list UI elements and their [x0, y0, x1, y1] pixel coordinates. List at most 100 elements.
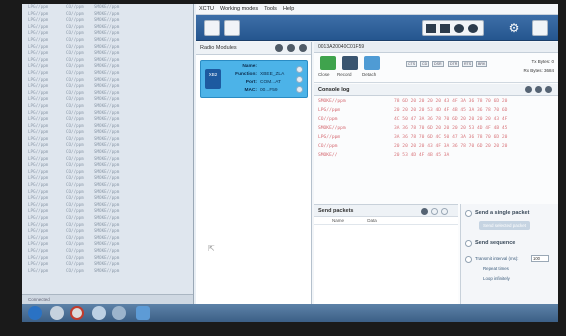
taskbar-app-icon[interactable] — [112, 306, 126, 320]
remove-icon[interactable] — [299, 44, 307, 52]
close-connection-icon[interactable] — [320, 56, 336, 70]
sequence-option-radio[interactable] — [465, 256, 472, 263]
terminal-cell: LPG//ppm — [28, 234, 49, 240]
terminal-cell: SMOKE//ppm — [94, 30, 120, 36]
edit-packet-icon[interactable] — [431, 208, 438, 215]
terminal-cell: CO//ppm — [66, 155, 84, 161]
monitor-icon[interactable] — [532, 20, 548, 36]
xctu-taskbar-icon[interactable] — [136, 306, 150, 320]
menu-working-modes[interactable]: Working modes — [220, 6, 258, 12]
terminal-line: LPG//ppm CO//ppm SMOKE//ppm — [22, 123, 193, 130]
radio-modules-header: Radio Modules — [196, 42, 311, 55]
terminal-cell: CO//ppm — [66, 267, 84, 273]
filter-icon[interactable] — [275, 44, 283, 52]
help-icon[interactable] — [468, 24, 478, 33]
gear-icon[interactable]: ⚙ — [506, 20, 522, 36]
terminal-cell: CO//ppm — [66, 149, 84, 155]
log-ascii: LPG//ppm — [318, 135, 341, 140]
terminal-line: LPG//ppm CO//ppm SMOKE//ppm — [22, 149, 193, 156]
serial-terminal-window: LPG//ppm CO//ppm SMOKE//ppm LPG//ppm CO//ppm… — [22, 4, 194, 304]
close-button-label[interactable]: Close — [318, 72, 330, 77]
terminal-line: LPG//ppm CO//ppm SMOKE//ppm — [22, 215, 193, 222]
radio-modules-panel: Radio Modules XB2 Name: Function: XBEE_ZL… — [196, 42, 312, 304]
terminal-cell: CO//ppm — [66, 4, 84, 9]
terminal-cell: SMOKE//ppm — [94, 221, 120, 227]
menu-xctu[interactable]: XCTU — [199, 6, 214, 12]
terminal-cell: CO//ppm — [66, 17, 84, 23]
terminal-cell: LPG//ppm — [28, 162, 49, 168]
terminal-cell: CO//ppm — [66, 96, 84, 102]
repeat-times-option[interactable]: Repeat times — [483, 266, 509, 271]
chrome-icon[interactable] — [70, 306, 84, 320]
send-sequence-radio[interactable] — [465, 240, 472, 247]
add-icon[interactable] — [287, 44, 295, 52]
settings-module-icon[interactable] — [296, 86, 303, 93]
configuration-mode-icon[interactable] — [426, 24, 436, 33]
console-toolbar: Close Record Detach CTS CD DSR DTR RTS B… — [314, 53, 558, 83]
working-mode-selector[interactable] — [422, 20, 484, 36]
terminal-cell: LPG//ppm — [28, 149, 49, 155]
log-ascii: SMOKE// — [318, 153, 338, 158]
terminal-cell: LPG//ppm — [28, 96, 49, 102]
send-selected-packet-button[interactable]: Send selected packet — [479, 221, 531, 230]
terminal-cell: LPG//ppm — [28, 215, 49, 220]
module-mac: MAC: 00...F59 — [244, 88, 278, 93]
terminal-cell: LPG//ppm — [28, 267, 49, 273]
terminal-cell: CO//ppm — [66, 116, 84, 122]
tx-bytes: Tx Bytes: 0 — [531, 59, 554, 64]
menu-help[interactable]: Help — [283, 6, 294, 12]
transmit-interval-input[interactable]: 100 — [531, 255, 549, 262]
terminal-line: LPG//ppm CO//ppm SMOKE//ppm — [22, 255, 193, 262]
terminal-cell: LPG//ppm — [28, 175, 49, 181]
terminal-line: LPG//ppm CO//ppm SMOKE//ppm — [22, 202, 193, 209]
terminal-cell: SMOKE//ppm — [94, 76, 120, 82]
terminal-cell: CO//ppm — [66, 102, 84, 108]
terminal-cell: LPG//ppm — [28, 4, 49, 9]
send-single-radio[interactable] — [465, 210, 472, 217]
taskbar-app-icon[interactable] — [92, 306, 106, 320]
terminal-cell: LPG//ppm — [28, 56, 49, 62]
network-mode-icon[interactable] — [454, 24, 464, 33]
close-module-icon[interactable] — [296, 76, 303, 83]
delete-packet-icon[interactable] — [441, 208, 448, 215]
terminal-cell: CO//ppm — [66, 215, 84, 220]
log-hex: 3A 36 78 70 6D 20 20 20 20 53 4D 4F 4B 4… — [394, 126, 508, 131]
record-icon[interactable] — [342, 56, 358, 70]
menu-tools[interactable]: Tools — [264, 6, 277, 12]
record-button-label[interactable]: Record — [337, 72, 352, 77]
module-port: Port: COM...AT — [245, 80, 281, 85]
discover-devices-icon[interactable] — [224, 20, 240, 36]
device-tab[interactable]: 0013A20040C01F59 — [314, 42, 558, 53]
console-mode-icon[interactable] — [440, 24, 450, 33]
terminal-cell: LPG//ppm — [28, 122, 49, 128]
log-hex: 4C 50 47 3A 36 78 70 6D 20 20 20 20 43 4… — [394, 117, 508, 122]
terminal-cell: SMOKE//ppm — [94, 215, 120, 220]
loop-infinitely-option[interactable]: Loop infinitely — [483, 276, 510, 281]
terminal-cell: SMOKE//ppm — [94, 261, 120, 267]
log-ascii: CO//ppm — [318, 117, 338, 122]
clear-icon[interactable] — [525, 86, 532, 93]
terminal-cell: CO//ppm — [66, 30, 84, 36]
xctu-window: XCTU Working modes Tools Help ⚙ Radio Mo… — [196, 4, 558, 304]
detach-button-label[interactable]: Detach — [362, 72, 376, 77]
terminal-cell: SMOKE//ppm — [94, 168, 120, 174]
start-icon[interactable] — [28, 306, 42, 320]
add-packet-icon[interactable] — [421, 208, 428, 215]
terminal-line: LPG//ppm CO//ppm SMOKE//ppm — [22, 70, 193, 77]
log-hex: 3A 36 78 70 6D 4C 50 47 3A 36 78 70 6D 2… — [394, 135, 508, 140]
rts-toggle[interactable]: RTS — [462, 61, 474, 67]
terminal-cell: SMOKE//ppm — [94, 201, 120, 207]
brk-toggle[interactable]: BRK — [476, 61, 488, 67]
format-icon[interactable] — [545, 86, 552, 93]
add-device-icon[interactable] — [204, 20, 220, 36]
explorer-icon[interactable] — [50, 306, 64, 320]
radio-module-card[interactable]: XB2 Name: Function: XBEE_ZLA Port: COM...A… — [200, 60, 308, 98]
terminal-cell: SMOKE//ppm — [94, 23, 120, 29]
disconnect-icon[interactable] — [296, 66, 303, 73]
send-packets-title: Send packets — [318, 208, 354, 214]
save-log-icon[interactable] — [535, 86, 542, 93]
terminal-cell: SMOKE//ppm — [94, 234, 120, 240]
send-single-title: Send a single packet — [475, 210, 530, 216]
detach-icon[interactable] — [364, 56, 380, 70]
dtr-toggle[interactable]: DTR — [448, 61, 460, 67]
